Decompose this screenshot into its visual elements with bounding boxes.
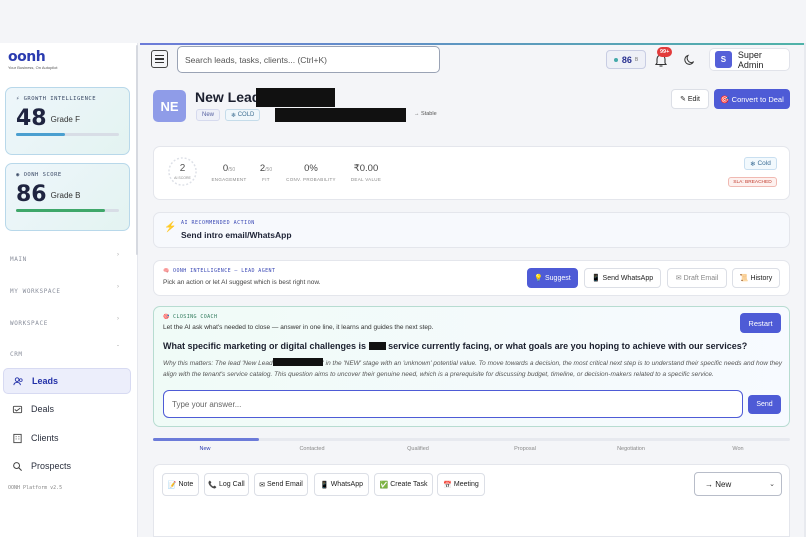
convert-to-deal-button[interactable]: 🎯 Convert to Deal	[714, 89, 790, 109]
stage-new[interactable]: New	[175, 446, 235, 452]
chevron-down-icon[interactable]: ˇ	[117, 346, 119, 352]
sla-badge: SLA: BREACHED	[728, 177, 777, 187]
trend-indicator: → Stable	[414, 111, 437, 117]
user-name: Super Admin	[737, 49, 764, 70]
closing-coach-subtitle: Let the AI ask what's needed to close — …	[163, 324, 434, 331]
oonh-score-grade: Grade B	[50, 191, 81, 200]
temperature-badge: ❄ COLD	[225, 109, 261, 121]
oonh-score-card[interactable]: ◉ OONH SCORE 86 Grade B	[5, 163, 130, 231]
chevron-right-icon[interactable]: ›	[117, 284, 119, 290]
restart-button[interactable]: Restart	[740, 313, 781, 333]
status-badge: New	[196, 109, 221, 121]
redacted-block	[275, 108, 406, 122]
stat-fit: 2/50 FIT	[259, 163, 273, 182]
sidebar-item-leads[interactable]: Leads	[3, 368, 131, 394]
header-score-pill[interactable]: 86 B	[606, 50, 646, 69]
stage-select[interactable]: → New ⌄	[694, 472, 782, 496]
closing-coach-label: 🎯 CLOSING COACH	[163, 314, 218, 320]
note-button[interactable]: 📝 Note	[162, 473, 199, 496]
platform-version: OONH Platform v2.5	[8, 485, 63, 491]
sidebar-item-label: Deals	[31, 404, 55, 414]
log-call-button[interactable]: 📞 Log Call	[204, 473, 249, 496]
nav-section-workspace[interactable]: WORKSPACE	[10, 320, 48, 327]
stage-proposal[interactable]: Proposal	[495, 446, 555, 452]
chevron-right-icon[interactable]: ›	[117, 316, 119, 322]
chevron-right-icon[interactable]: ›	[117, 252, 119, 258]
user-menu[interactable]: S Super Admin	[709, 48, 790, 71]
nav-section-main[interactable]: MAIN	[10, 256, 27, 263]
lead-agent-subtitle: Pick an action or let AI suggest which i…	[163, 279, 321, 286]
oonh-score-progress	[16, 209, 119, 212]
sidebar-scrollbar[interactable]	[136, 45, 138, 255]
lightning-icon: ⚡	[164, 222, 177, 233]
sidebar-item-label: Prospects	[31, 461, 72, 471]
pipeline-progress	[153, 438, 790, 441]
stage-won[interactable]: Won	[708, 446, 768, 452]
logo-tagline: Your Business, On Autopilot	[8, 65, 58, 70]
users-icon	[13, 376, 23, 385]
meeting-button[interactable]: 📅 Meeting	[437, 473, 485, 496]
history-button[interactable]: 📜 History	[732, 268, 780, 288]
notification-badge: 99+	[657, 47, 673, 57]
sidebar-item-label: Clients	[31, 433, 59, 443]
building-icon	[13, 433, 22, 443]
sidebar-item-prospects[interactable]: Prospects	[3, 453, 131, 479]
redacted-block	[272, 358, 323, 366]
ai-score-value: 2	[179, 163, 186, 174]
growth-score: 48	[16, 106, 47, 131]
sidebar-item-clients[interactable]: Clients	[3, 425, 131, 451]
global-search[interactable]	[177, 46, 440, 73]
header-score-grade: B	[634, 56, 639, 63]
search-input[interactable]	[185, 54, 425, 65]
create-task-button[interactable]: ✅ Create Task	[374, 473, 433, 496]
score-dot-icon	[613, 57, 618, 62]
send-email-button[interactable]: ✉ Send Email	[254, 473, 308, 496]
moon-icon[interactable]	[684, 54, 696, 66]
lead-name: New Lead	[195, 89, 261, 105]
answer-field[interactable]	[163, 390, 743, 418]
handshake-icon	[12, 405, 23, 413]
coach-question: What specific marketing or digital chall…	[163, 341, 748, 351]
answer-input[interactable]	[172, 399, 732, 409]
logo-wordmark: oonh	[8, 49, 46, 65]
send-answer-button[interactable]: Send	[748, 395, 781, 414]
stage-qualified[interactable]: Qualified	[388, 446, 448, 452]
edit-button[interactable]: ✎ Edit	[671, 89, 709, 109]
ai-recommended-text: Send intro email/WhatsApp	[181, 230, 292, 240]
search-icon	[13, 461, 23, 471]
lead-agent-label: 🧠 OONH INTELLIGENCE — LEAD AGENT	[163, 268, 276, 274]
growth-progress	[16, 133, 119, 136]
lead-avatar: NE	[153, 90, 186, 122]
stat-engagement: 0/50 ENGAGEMENT	[211, 163, 247, 182]
nav-section-crm[interactable]: CRM	[10, 351, 23, 358]
send-whatsapp-button[interactable]: 📱 Send WhatsApp	[584, 268, 661, 288]
oonh-score-value: 86	[16, 182, 47, 207]
chevron-down-icon: ⌄	[769, 481, 775, 488]
header-score: 86	[621, 54, 632, 65]
draft-email-button[interactable]: ✉ Draft Email	[667, 268, 727, 288]
sidebar-item-label: Leads	[32, 376, 59, 386]
redacted-block	[256, 88, 335, 107]
suggest-button[interactable]: 💡 Suggest	[527, 268, 578, 288]
whatsapp-button[interactable]: 📱 WhatsApp	[314, 473, 369, 496]
growth-grade: Grade F	[50, 115, 80, 124]
header-accent-line	[140, 43, 806, 45]
nav-section-my-workspace[interactable]: MY WORKSPACE	[10, 288, 61, 295]
ai-score-label: AI SCORE	[174, 176, 191, 180]
logo[interactable]: oonh Your Business, On Autopilot	[8, 50, 78, 70]
temperature-chip: ❄ Cold	[744, 157, 777, 170]
ai-recommended-label: AI RECOMMENDED ACTION	[181, 220, 255, 226]
avatar: S	[715, 51, 732, 68]
growth-intelligence-card[interactable]: ⚡ GROWTH INTELLIGENCE 48 Grade F	[5, 87, 130, 155]
stat-deal-value: ₹0.00 DEAL VALUE	[350, 163, 382, 182]
coach-rationale: Why this matters: The lead 'New Lead ' in…	[163, 358, 783, 378]
sidebar-item-deals[interactable]: Deals	[3, 396, 131, 422]
stage-contacted[interactable]: Contacted	[282, 446, 342, 452]
stage-select-value: → New	[705, 479, 732, 489]
stat-conv-probability: 0% CONV. PROBABILITY	[286, 163, 336, 182]
redacted-block	[368, 342, 386, 350]
stage-negotiation[interactable]: Negotiation	[601, 446, 661, 452]
menu-toggle-button[interactable]	[151, 50, 168, 68]
